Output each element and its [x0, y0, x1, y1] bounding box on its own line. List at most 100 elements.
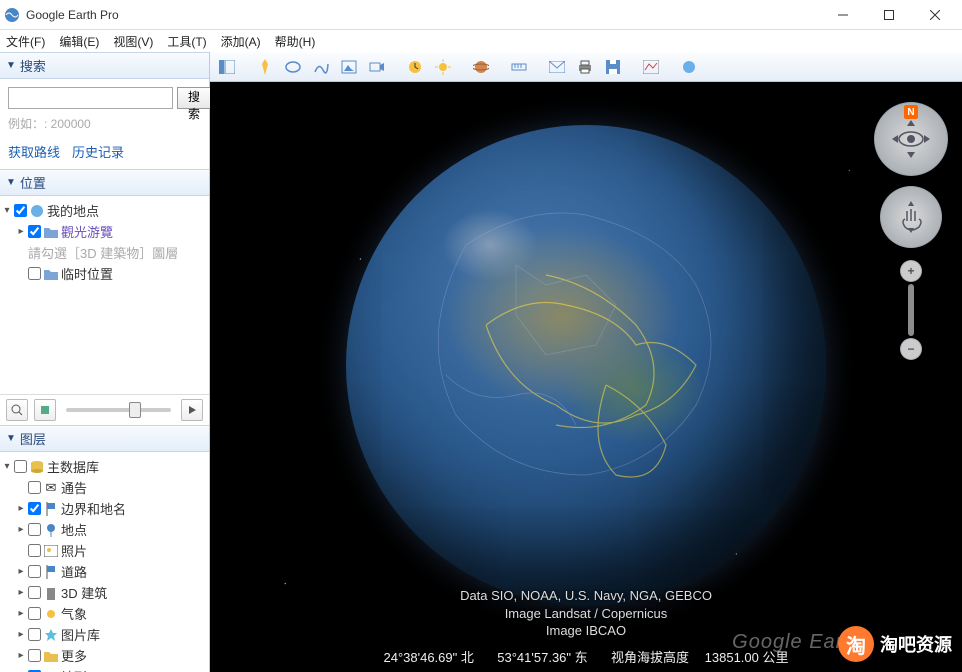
minimize-button[interactable] — [820, 0, 866, 30]
tour-button[interactable] — [34, 399, 56, 421]
hint-label: 請勾選［3D 建築物］圖層 — [28, 243, 178, 262]
watermark-text: 淘吧资源 — [880, 631, 952, 657]
search-button[interactable]: 搜索 — [177, 87, 211, 109]
places-tree: ▾ 我的地点 ▸ 觀光游覽 請勾選［3D 建築物］圖層 临时位置 — [0, 196, 209, 288]
history-link[interactable]: 历史记录 — [72, 142, 124, 161]
watermark: 淘 淘吧资源 — [838, 626, 952, 662]
menu-view[interactable]: 视图(V) — [113, 33, 153, 50]
checkbox[interactable] — [28, 649, 41, 662]
checkbox[interactable] — [28, 481, 41, 494]
collapse-icon: ▼ — [6, 177, 16, 188]
menu-tools[interactable]: 工具(T) — [167, 33, 206, 50]
layers-header-label: 图层 — [20, 429, 46, 448]
look-control[interactable]: N — [874, 102, 948, 176]
layer-gallery[interactable]: ▸图片库 — [2, 624, 207, 645]
print-button[interactable] — [572, 55, 598, 79]
layer-weather[interactable]: ▸气象 — [2, 603, 207, 624]
checkbox[interactable] — [14, 460, 27, 473]
search-input[interactable] — [8, 87, 173, 109]
checkbox[interactable] — [28, 628, 41, 641]
places-tools — [0, 394, 209, 425]
folder-icon — [43, 266, 59, 282]
layers-panel-header[interactable]: ▼ 图层 — [0, 425, 209, 452]
pan-control[interactable] — [880, 186, 942, 248]
maximize-button[interactable] — [866, 0, 912, 30]
app-icon — [4, 7, 20, 23]
my-places-label: 我的地点 — [47, 201, 99, 220]
folder-icon — [43, 224, 59, 240]
status-bar: 24°38'46.69" 北 53°41'57.36" 东 视角海拔高度 138… — [384, 647, 789, 666]
checkbox[interactable] — [28, 565, 41, 578]
email-button[interactable] — [544, 55, 570, 79]
checkbox[interactable] — [28, 544, 41, 557]
path-button[interactable] — [308, 55, 334, 79]
checkbox[interactable] — [28, 586, 41, 599]
checkbox[interactable] — [28, 502, 41, 515]
sign-in-button[interactable] — [676, 55, 702, 79]
collapse-icon: ▼ — [6, 433, 16, 444]
layer-roads[interactable]: ▸道路 — [2, 561, 207, 582]
pin-icon — [43, 522, 59, 538]
globe[interactable] — [346, 125, 826, 605]
opacity-slider[interactable] — [66, 408, 171, 412]
tree-row-primary-db[interactable]: ▾ 主数据库 — [2, 456, 207, 477]
image-overlay-button[interactable] — [336, 55, 362, 79]
country-borders — [346, 125, 826, 605]
checkbox[interactable] — [14, 204, 27, 217]
toggle-sidebar-button[interactable] — [214, 55, 240, 79]
layer-announcements[interactable]: ✉通告 — [2, 477, 207, 498]
layer-photos[interactable]: 照片 — [2, 540, 207, 561]
placemark-button[interactable] — [252, 55, 278, 79]
polygon-button[interactable] — [280, 55, 306, 79]
attrib-line3: Image IBCAO — [460, 622, 712, 640]
globe-viewport[interactable]: N + − Data SIO, NOAA, U.S. Navy, NGA, GE… — [210, 82, 962, 672]
history-button[interactable] — [402, 55, 428, 79]
tree-row-sightseeing[interactable]: ▸ 觀光游覽 — [2, 221, 207, 242]
planet-button[interactable] — [468, 55, 494, 79]
menu-help[interactable]: 帮助(H) — [275, 33, 316, 50]
menu-edit[interactable]: 编辑(E) — [59, 33, 99, 50]
checkbox[interactable] — [28, 225, 41, 238]
collapse-icon: ▼ — [6, 60, 16, 71]
checkbox[interactable] — [28, 267, 41, 280]
flag-icon — [43, 564, 59, 580]
record-tour-button[interactable] — [364, 55, 390, 79]
north-indicator[interactable]: N — [904, 105, 918, 119]
status-lat: 24°38'46.69" 北 — [384, 650, 474, 665]
attribution: Data SIO, NOAA, U.S. Navy, NGA, GEBCO Im… — [460, 587, 712, 640]
search-panel-header[interactable]: ▼ 搜索 — [0, 52, 209, 79]
search-hint: 例如：: 200000 — [8, 115, 201, 132]
attrib-line2: Image Landsat / Copernicus — [460, 605, 712, 623]
folder-icon — [43, 648, 59, 664]
search-panel: 搜索 例如：: 200000 获取路线 历史记录 — [0, 79, 209, 169]
view-in-maps-button[interactable] — [638, 55, 664, 79]
zoom-slider[interactable] — [908, 284, 914, 336]
save-image-button[interactable] — [600, 55, 626, 79]
search-places-button[interactable] — [6, 399, 28, 421]
tree-row-temp[interactable]: 临时位置 — [2, 263, 207, 284]
terrain-icon — [43, 669, 59, 672]
layer-terrain[interactable]: 地形 — [2, 666, 207, 672]
layer-3d-buildings[interactable]: ▸3D 建筑 — [2, 582, 207, 603]
directions-link[interactable]: 获取路线 — [8, 142, 60, 161]
play-tour-button[interactable] — [181, 399, 203, 421]
tree-row-my-places[interactable]: ▾ 我的地点 — [2, 200, 207, 221]
layer-places[interactable]: ▸地点 — [2, 519, 207, 540]
places-panel-header[interactable]: ▼ 位置 — [0, 169, 209, 196]
layer-more[interactable]: ▸更多 — [2, 645, 207, 666]
sunlight-button[interactable] — [430, 55, 456, 79]
zoom-out-button[interactable]: − — [900, 338, 922, 360]
checkbox[interactable] — [28, 607, 41, 620]
close-button[interactable] — [912, 0, 958, 30]
zoom-in-button[interactable]: + — [900, 260, 922, 282]
tree-hint: 請勾選［3D 建築物］圖層 — [2, 242, 207, 263]
earth-icon — [29, 203, 45, 219]
checkbox[interactable] — [28, 523, 41, 536]
menu-file[interactable]: 文件(F) — [6, 33, 45, 50]
mail-icon: ✉ — [43, 480, 59, 496]
database-icon — [29, 459, 45, 475]
places-header-label: 位置 — [20, 173, 46, 192]
layer-borders[interactable]: ▸边界和地名 — [2, 498, 207, 519]
menu-add[interactable]: 添加(A) — [221, 33, 261, 50]
ruler-button[interactable] — [506, 55, 532, 79]
